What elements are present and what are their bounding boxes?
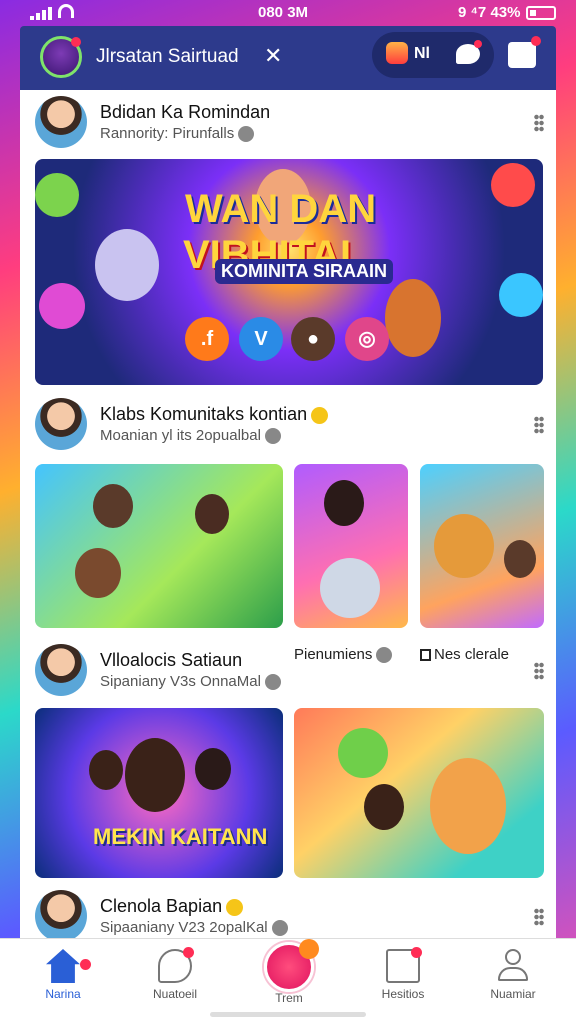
post-subtitle: Moanian yl its 2opualbal bbox=[100, 427, 281, 445]
app-icon-v: V bbox=[239, 317, 283, 361]
post-subtitle: Sipaaniany V23 2opalKal bbox=[100, 919, 288, 937]
globe-icon bbox=[271, 920, 288, 937]
shop-bag-icon[interactable] bbox=[508, 36, 541, 68]
clock: 080 3M bbox=[258, 4, 309, 21]
author-name[interactable]: Clenola Bapian bbox=[100, 896, 244, 917]
nav-news[interactable]: Hesitios bbox=[358, 947, 448, 1001]
author-name[interactable]: Klabs Komunitaks kontian bbox=[100, 404, 329, 425]
nav-label: Narina bbox=[45, 987, 81, 1001]
nav-label: Trem bbox=[275, 991, 303, 1005]
side-label-checkbox[interactable]: Nes clerale bbox=[420, 646, 509, 663]
notification-pill[interactable]: Nl bbox=[372, 32, 494, 78]
more-options-icon[interactable] bbox=[534, 908, 544, 926]
post-subtitle: Rannority: Pirunfalls bbox=[100, 125, 255, 143]
page-title: Jlrsatan Sairtuad bbox=[96, 46, 239, 67]
author-avatar[interactable] bbox=[35, 890, 87, 940]
nav-profile[interactable]: Nuamiar bbox=[468, 949, 558, 1001]
badge bbox=[183, 947, 194, 958]
verified-icon bbox=[311, 406, 329, 424]
app-icon-camera: ◎ bbox=[345, 317, 389, 361]
post-header: Bdidan Ka Romindan Rannority: Pirunfalls bbox=[20, 90, 556, 152]
profile-icon bbox=[496, 949, 530, 983]
post-image[interactable] bbox=[294, 464, 408, 628]
home-indicator[interactable] bbox=[210, 1012, 366, 1017]
banner-title-line1: WAN DAN bbox=[185, 187, 377, 231]
globe-icon bbox=[376, 647, 393, 664]
nav-label: Hesitios bbox=[381, 987, 425, 1001]
author-avatar[interactable] bbox=[35, 96, 87, 148]
badge bbox=[411, 947, 422, 958]
post-header: Klabs Komunitaks kontian Moanian yl its … bbox=[20, 392, 556, 454]
nav-label: Nuatoeil bbox=[152, 987, 198, 1001]
chat-bubble-icon bbox=[158, 947, 194, 983]
fire-icon bbox=[386, 42, 408, 64]
battery-icon bbox=[526, 5, 557, 20]
author-avatar[interactable] bbox=[35, 644, 87, 696]
news-icon bbox=[386, 947, 422, 983]
app-icon-dots: ● bbox=[291, 317, 335, 361]
more-options-icon[interactable] bbox=[534, 114, 544, 132]
top-app-bar: Jlrsatan Sairtuad ✕ Nl bbox=[20, 26, 556, 90]
author-avatar[interactable] bbox=[35, 398, 87, 450]
verified-icon bbox=[226, 898, 244, 916]
badge bbox=[80, 959, 91, 970]
signal-icon bbox=[30, 7, 52, 20]
post-subtitle: Sipaniany V3s OnnaMal bbox=[100, 673, 281, 691]
app-icon-f: .f bbox=[185, 317, 229, 361]
more-options-icon[interactable] bbox=[534, 416, 544, 434]
globe-icon bbox=[238, 126, 255, 143]
home-icon bbox=[46, 949, 80, 983]
post-image[interactable]: WAN DAN VIBHITAI KOMINITA SIRAAIN .f V ●… bbox=[35, 159, 543, 385]
nav-notifications[interactable]: Nuatoeil bbox=[130, 947, 220, 1001]
post-image[interactable] bbox=[294, 708, 544, 878]
side-label-premium[interactable]: Pienumiens bbox=[294, 646, 393, 664]
close-button[interactable]: ✕ bbox=[264, 43, 282, 69]
nav-home[interactable]: Narina bbox=[18, 949, 108, 1001]
messages-icon[interactable] bbox=[456, 40, 482, 64]
post-image[interactable] bbox=[35, 464, 283, 628]
more-options-icon[interactable] bbox=[534, 662, 544, 680]
avatar[interactable] bbox=[40, 36, 82, 78]
wifi-icon bbox=[58, 4, 74, 18]
create-button[interactable] bbox=[264, 939, 319, 992]
nav-label: Nuamiar bbox=[490, 987, 536, 1001]
globe-icon bbox=[264, 674, 281, 691]
post-image[interactable] bbox=[420, 464, 544, 628]
feed[interactable]: Bdidan Ka Romindan Rannority: Pirunfalls… bbox=[20, 90, 556, 940]
checkbox-icon bbox=[420, 649, 431, 662]
pill-label: Nl bbox=[414, 45, 430, 62]
post-header: Clenola Bapian Sipaaniany V23 2opalKal bbox=[20, 884, 556, 940]
globe-icon bbox=[264, 428, 281, 445]
post-image[interactable]: MEKIN KAITANN bbox=[35, 708, 283, 878]
author-name[interactable]: Bdidan Ka Romindan bbox=[100, 102, 270, 123]
banner-subtitle: KOMINITA SIRAAIN bbox=[215, 259, 393, 284]
author-name[interactable]: Vlloalocis Satiaun bbox=[100, 650, 242, 671]
status-bar: 080 3M 9 ⁴7 43% bbox=[0, 0, 576, 28]
image-caption: MEKIN KAITANN bbox=[93, 824, 268, 849]
status-indicators: 9 ⁴7 43% bbox=[458, 4, 521, 21]
